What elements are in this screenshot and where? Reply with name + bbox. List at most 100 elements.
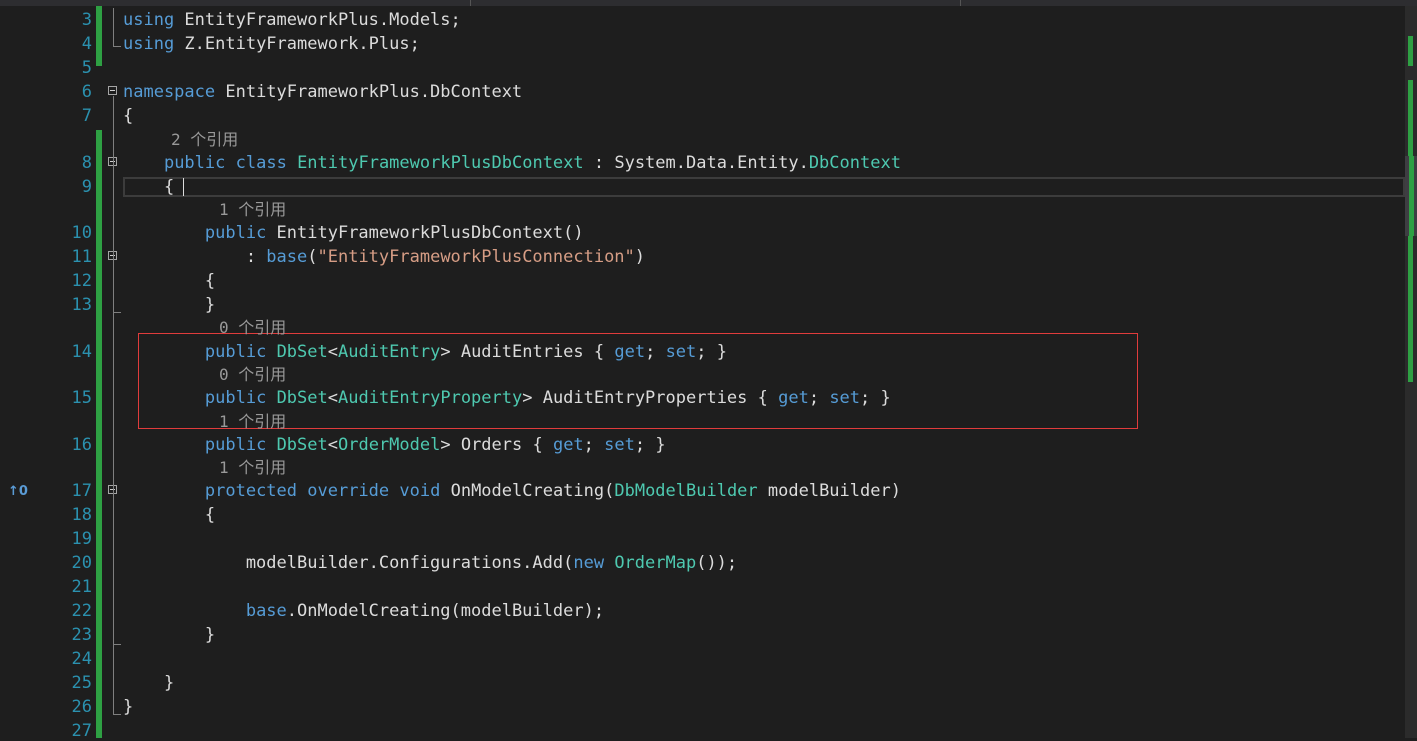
code-line[interactable]: public DbSet<AuditEntryProperty> AuditEn…: [123, 388, 891, 408]
change-indicator-bar: [96, 6, 102, 66]
code-token: }: [123, 673, 175, 693]
code-token: }: [123, 295, 216, 315]
line-number: 9: [81, 177, 92, 197]
code-token: EntityFrameworkPlusDbContext(): [266, 223, 584, 243]
code-token: > Orders {: [440, 435, 553, 455]
code-token: {: [123, 271, 216, 291]
code-line[interactable]: public DbSet<AuditEntry> AuditEntries { …: [123, 342, 727, 362]
code-token: > AuditEntryProperties {: [522, 388, 779, 408]
code-token: > AuditEntries {: [440, 342, 615, 362]
line-number: 15: [71, 388, 92, 408]
line-number: 26: [71, 697, 92, 717]
type-token: AuditEntry: [338, 342, 441, 362]
string-token: "EntityFrameworkPlusConnection": [317, 247, 635, 267]
code-line[interactable]: {: [123, 271, 215, 291]
code-line[interactable]: namespace EntityFrameworkPlus.DbContext: [123, 82, 522, 102]
fold-guide-end: [113, 644, 121, 645]
codelens-reference-count[interactable]: 2 个引用: [171, 130, 238, 150]
codelens-reference-count[interactable]: 1 个引用: [219, 458, 286, 478]
code-token: <: [327, 435, 338, 455]
keyword-token: class: [235, 153, 287, 173]
line-number: 10: [71, 223, 92, 243]
keyword-token: public: [204, 435, 267, 455]
codelens-reference-count[interactable]: 1 个引用: [219, 200, 286, 220]
codelens-reference-count[interactable]: 1 个引用: [219, 412, 286, 432]
keyword-token: public: [204, 342, 267, 362]
code-token: ): [634, 247, 646, 267]
keyword-token: namespace: [123, 82, 216, 102]
keyword-token: new: [573, 553, 605, 573]
code-line[interactable]: public DbSet<OrderModel> Orders { get; s…: [123, 435, 666, 455]
code-line[interactable]: using Z.EntityFramework.Plus;: [123, 34, 420, 54]
fold-guide-end: [113, 46, 121, 47]
code-line[interactable]: public class EntityFrameworkPlusDbContex…: [123, 153, 901, 173]
code-line[interactable]: public EntityFrameworkPlusDbContext(): [123, 223, 584, 243]
codelens-reference-count[interactable]: 0 个引用: [219, 365, 286, 385]
keyword-token: protected: [204, 481, 298, 501]
code-line[interactable]: protected override void OnModelCreating(…: [123, 481, 901, 501]
line-number: 16: [71, 435, 92, 455]
code-line[interactable]: {: [123, 505, 215, 525]
code-line[interactable]: }: [123, 295, 215, 315]
keyword-token: base: [245, 601, 287, 621]
collapse-toggle-icon[interactable]: [108, 86, 117, 95]
code-line[interactable]: {: [123, 177, 174, 197]
code-line[interactable]: }: [123, 625, 215, 645]
line-number: 27: [71, 721, 92, 741]
code-line[interactable]: using EntityFrameworkPlus.Models;: [123, 10, 461, 30]
code-token: <: [327, 388, 338, 408]
type-token: DbSet: [276, 435, 328, 455]
line-number: 18: [71, 505, 92, 525]
code-token: OnModelCreating(: [440, 481, 615, 501]
override-marker-icon[interactable]: ↑0: [8, 484, 28, 500]
line-number: 13: [71, 295, 92, 315]
line-number: 19: [71, 529, 92, 549]
current-line-highlight: [123, 177, 1405, 197]
type-token: AuditEntryProperty: [338, 388, 523, 408]
code-token: ;: [808, 388, 830, 408]
type-token: DbContext: [808, 153, 901, 173]
keyword-token: base: [266, 247, 308, 267]
fold-guide-line: [113, 262, 114, 314]
scrollbar-change-mark: [1409, 156, 1414, 236]
line-number: 6: [81, 82, 92, 102]
fold-guide-line: [113, 496, 114, 644]
code-token: Z.EntityFramework.Plus;: [174, 34, 420, 54]
type-token: EntityFrameworkPlusDbContext: [297, 153, 584, 173]
code-token: modelBuilder): [757, 481, 901, 501]
code-token: ; }: [860, 388, 891, 408]
code-line[interactable]: modelBuilder.Configurations.Add(new Orde…: [123, 553, 737, 573]
code-line[interactable]: : base("EntityFrameworkPlusConnection"): [123, 247, 645, 267]
code-line[interactable]: }: [123, 673, 174, 693]
code-editor[interactable]: 3 4 5 6 7 8 9 10 11 12 13 14 15 16 17 18 19 20 21 22 23 24 25 2…: [0, 6, 1405, 741]
code-line[interactable]: {: [123, 106, 133, 126]
text-caret: [183, 178, 184, 196]
line-number: 3: [81, 10, 92, 30]
line-number: 20: [71, 553, 92, 573]
code-line[interactable]: base.OnModelCreating(modelBuilder);: [123, 601, 604, 621]
code-token: EntityFrameworkPlus.DbContext: [215, 82, 523, 102]
vertical-scrollbar[interactable]: [1405, 6, 1417, 738]
keyword-token: using: [123, 34, 175, 54]
code-token: ;: [583, 435, 605, 455]
keyword-token: set: [665, 342, 697, 362]
line-number: 11: [71, 247, 92, 267]
change-indicator-bar: [96, 130, 102, 738]
line-number: 8: [81, 153, 92, 173]
fold-guide-line: [113, 8, 114, 46]
code-token: :: [123, 247, 267, 267]
code-token: ());: [696, 553, 738, 573]
code-line[interactable]: }: [123, 697, 133, 717]
codelens-reference-count[interactable]: 0 个引用: [219, 318, 286, 338]
fold-guide-end: [113, 714, 121, 715]
keyword-token: using: [123, 10, 175, 30]
type-token: DbSet: [276, 342, 328, 362]
